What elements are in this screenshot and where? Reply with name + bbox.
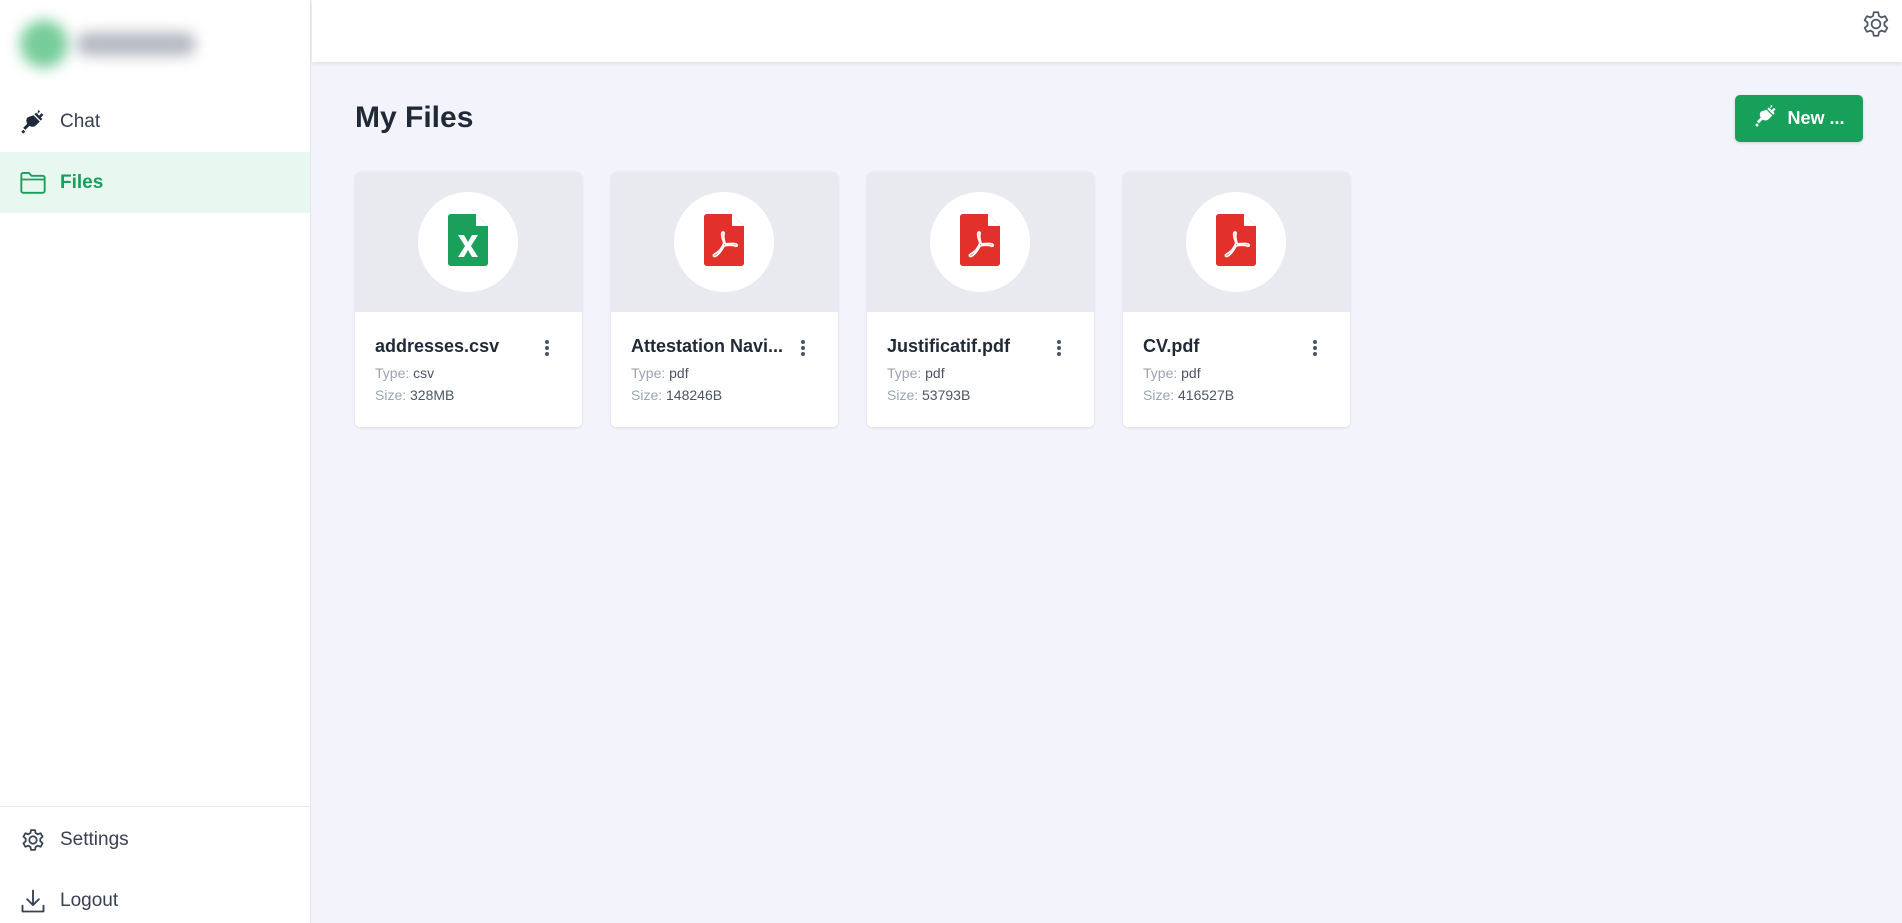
file-size: Size: 53793B — [887, 387, 971, 403]
download-icon — [18, 886, 48, 916]
file-size: Size: 416527B — [1143, 387, 1235, 403]
pdf-file-icon — [960, 213, 1000, 271]
app-logo[interactable] — [14, 10, 204, 70]
sidebar-item-label: Settings — [60, 828, 129, 850]
file-type: Type: pdf — [1143, 365, 1201, 381]
file-thumbnail — [1123, 172, 1350, 312]
excel-file-icon — [448, 213, 488, 271]
sidebar-item-chat[interactable]: Chat — [0, 91, 310, 152]
pdf-file-icon — [704, 213, 744, 271]
plug-icon — [18, 107, 48, 137]
file-card[interactable]: CV.pdf Type: pdf Size: 416527B — [1123, 172, 1350, 427]
file-card[interactable]: addresses.csv Type: csv Size: 328MB — [355, 172, 582, 427]
sidebar-item-logout[interactable]: Logout — [0, 870, 310, 923]
sidebar-item-files[interactable]: Files — [0, 152, 310, 213]
page-title: My Files — [355, 101, 474, 134]
sidebar-item-label: Logout — [60, 889, 119, 911]
more-vertical-icon[interactable] — [1306, 336, 1324, 360]
file-thumbnail — [611, 172, 838, 312]
gear-icon[interactable] — [1860, 8, 1892, 40]
file-size: Size: 328MB — [375, 387, 455, 403]
file-card[interactable]: Justificatif.pdf Type: pdf Size: 53793B — [867, 172, 1094, 427]
file-type: Type: pdf — [631, 365, 689, 381]
file-name: addresses.csv — [375, 336, 500, 356]
file-name: Justificatif.pdf — [887, 336, 1011, 356]
file-thumbnail — [867, 172, 1094, 312]
gear-icon — [18, 825, 48, 855]
file-type: Type: csv — [375, 365, 435, 381]
file-name: Attestation Navi... — [631, 336, 784, 356]
sidebar-item-settings[interactable]: Settings — [0, 809, 310, 870]
file-card[interactable]: Attestation Navi... Type: pdf Size: 1482… — [611, 172, 838, 427]
sidebar-divider — [0, 806, 310, 807]
plug-icon — [1753, 103, 1779, 134]
file-thumbnail — [355, 172, 582, 312]
top-bar — [312, 0, 1902, 62]
sidebar: Chat Files Settings Logout — [0, 0, 311, 923]
more-vertical-icon[interactable] — [538, 336, 556, 360]
sidebar-item-label: Files — [60, 171, 104, 193]
file-name: CV.pdf — [1143, 336, 1200, 356]
file-size: Size: 148246B — [631, 387, 723, 403]
file-type: Type: pdf — [887, 365, 945, 381]
more-vertical-icon[interactable] — [794, 336, 812, 360]
sidebar-item-label: Chat — [60, 110, 101, 132]
pdf-file-icon — [1216, 213, 1256, 271]
new-button[interactable]: New ... — [1735, 95, 1863, 142]
new-button-label: New ... — [1787, 108, 1845, 128]
folder-icon — [18, 168, 48, 198]
more-vertical-icon[interactable] — [1050, 336, 1068, 360]
